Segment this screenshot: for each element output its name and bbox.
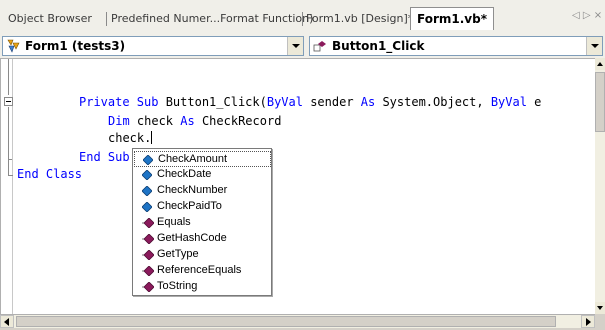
chevron-down-icon[interactable] (287, 37, 303, 55)
completion-label: Equals (157, 216, 191, 228)
method-icon (142, 218, 154, 228)
tab-object-browser[interactable]: Object Browser (8, 11, 92, 29)
keyword: Private Sub (79, 95, 159, 109)
method-dropdown[interactable]: Button1_Click (309, 36, 603, 56)
tab-separator (106, 12, 107, 26)
completion-item[interactable]: GetHashCode (134, 231, 271, 247)
method-icon (142, 266, 154, 276)
code-text: CheckRecord (194, 114, 282, 128)
method-icon (142, 250, 154, 260)
keyword: End Sub (79, 150, 130, 164)
code-text: Button1_Click( (158, 95, 267, 109)
code-editor[interactable]: Private Sub Button1_Click(ByVal sender A… (0, 58, 595, 315)
completion-label: ReferenceEquals (157, 264, 242, 276)
code-text: System.Object, (375, 95, 491, 109)
completion-item[interactable]: GetType (134, 247, 271, 263)
code-text: e (526, 95, 542, 109)
code-line-sub-declaration: Private Sub Button1_Click(ByVal sender A… (79, 94, 541, 110)
completion-label: CheckNumber (157, 184, 228, 196)
intellisense-popup[interactable]: CheckAmount CheckDate CheckNumber CheckP… (132, 148, 272, 296)
completion-label: CheckAmount (158, 153, 228, 165)
completion-item[interactable]: ReferenceEquals (134, 263, 271, 279)
completion-item[interactable]: CheckPaidTo (134, 199, 271, 215)
completion-item[interactable]: CheckNumber (134, 183, 271, 199)
code-line-dim: Dim check As CheckRecord (108, 113, 281, 129)
completion-label: CheckDate (157, 168, 212, 180)
completion-label: GetHashCode (157, 232, 227, 244)
field-icon (142, 202, 152, 212)
method-dropdown-value: Button1_Click (332, 39, 425, 53)
collapse-toggle[interactable] (4, 97, 13, 106)
keyword: ByVal (490, 95, 527, 109)
method-icon (142, 282, 154, 292)
code-text: sender (302, 95, 361, 109)
keyword: ByVal (266, 95, 303, 109)
completion-item[interactable]: Equals (134, 215, 271, 231)
outline-end (8, 175, 13, 176)
outline-line (8, 107, 9, 159)
horizontal-scrollbar[interactable] (0, 314, 595, 328)
completion-label: CheckPaidTo (157, 200, 222, 212)
completion-item[interactable]: CheckDate (134, 167, 271, 183)
chevron-down-icon[interactable] (586, 37, 602, 55)
keyword: As (360, 95, 376, 109)
field-icon (143, 155, 153, 165)
code-line-end-class: End Class (17, 166, 82, 182)
navigation-bar: Form1 (tests3) Button1_Click (0, 34, 605, 58)
event-method-icon (313, 41, 326, 52)
scroll-up-icon[interactable] (595, 58, 605, 70)
tab-form1-design[interactable]: Form1.vb [Design]* (306, 11, 413, 29)
class-dropdown-value: Form1 (tests3) (25, 39, 126, 53)
class-icon (7, 39, 20, 53)
vertical-scrollbar[interactable] (595, 58, 605, 314)
outline-line (8, 59, 9, 95)
scroll-left-icon[interactable] (0, 315, 14, 328)
completion-label: GetType (157, 248, 199, 260)
tab-nav-icons[interactable]: ◁ ▷ × (572, 10, 602, 21)
code-text: check. (108, 131, 152, 145)
keyword: End Class (17, 167, 83, 181)
tab-predefined-format[interactable]: Predefined Numer...Format Function) (111, 11, 313, 29)
scroll-right-icon[interactable] (581, 315, 595, 328)
scroll-thumb[interactable] (595, 72, 605, 132)
scroll-down-icon[interactable] (595, 302, 605, 314)
method-icon (142, 234, 154, 244)
completion-label: ToString (157, 280, 198, 292)
class-dropdown[interactable]: Form1 (tests3) (2, 36, 304, 56)
keyword: As (180, 114, 195, 128)
completion-item[interactable]: ToString (134, 279, 271, 295)
field-icon (142, 170, 152, 180)
code-text: check (129, 114, 181, 128)
field-icon (142, 186, 152, 196)
tab-separator (302, 12, 303, 26)
completion-item[interactable]: CheckAmount (134, 151, 271, 167)
code-line-member-access: check. (108, 130, 153, 146)
outline-line (8, 159, 9, 175)
document-tab-strip: Object Browser Predefined Numer...Format… (0, 0, 605, 34)
scroll-thumb[interactable] (16, 316, 556, 327)
keyword: Dim (108, 114, 130, 128)
code-line-end-sub: End Sub (79, 149, 130, 165)
text-caret (151, 131, 153, 144)
tab-form1-vb[interactable]: Form1.vb* (410, 7, 494, 30)
scrollbar-corner (595, 314, 605, 330)
